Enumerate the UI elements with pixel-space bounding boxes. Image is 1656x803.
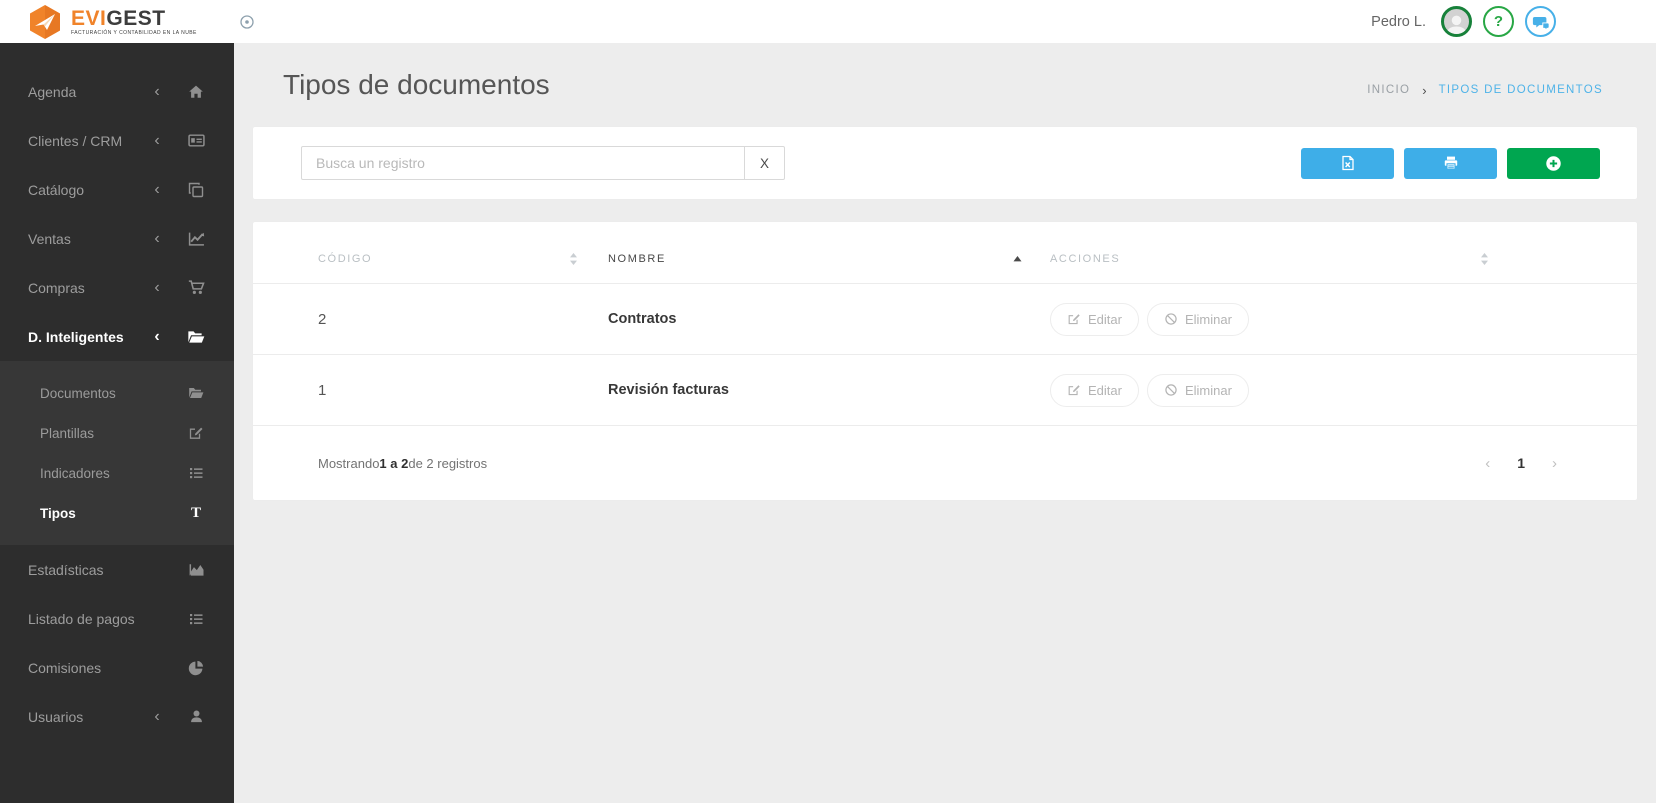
delete-button[interactable]: Eliminar xyxy=(1146,373,1249,407)
brand-name: EVIGEST xyxy=(71,6,166,30)
pagination-page-1[interactable]: 1 xyxy=(1517,455,1525,471)
cell-acciones: Editar Eliminar xyxy=(1050,302,1572,336)
sort-both-icon xyxy=(1481,253,1488,265)
circle-dot-toggle-icon[interactable] xyxy=(239,14,255,30)
chevron-left-icon: ‹ xyxy=(154,278,160,296)
clear-search-button[interactable]: X xyxy=(744,146,785,180)
cell-codigo: 2 xyxy=(318,310,327,328)
line-chart-icon xyxy=(186,230,206,247)
sidebar-subitem-plantillas[interactable]: Plantillas xyxy=(0,413,234,453)
topbar: EVIGEST FACTURACIÓN Y CONTABILIDAD EN LA… xyxy=(0,0,1656,43)
search-group: X xyxy=(301,146,785,180)
clone-icon xyxy=(186,182,206,198)
table-row: 2 Contratos Editar Eliminar xyxy=(253,284,1637,355)
question-icon: ? xyxy=(1493,13,1504,30)
list-icon xyxy=(186,611,206,627)
export-excel-button[interactable] xyxy=(1301,147,1394,179)
edit-icon xyxy=(1068,385,1080,396)
topbar-right: Pedro L. ? xyxy=(1371,6,1556,37)
add-record-button[interactable] xyxy=(1507,147,1600,179)
sidebar-subitem-documentos[interactable]: Documentos xyxy=(0,373,234,413)
excel-file-icon xyxy=(1341,155,1354,171)
sort-both-icon xyxy=(570,253,577,265)
sidebar-item-compras[interactable]: Compras ‹ xyxy=(0,263,234,312)
user-icon xyxy=(186,709,206,724)
user-avatar-icon[interactable] xyxy=(1441,6,1472,37)
chevron-left-icon: ‹ xyxy=(154,82,160,100)
main-content: Tipos de documentos INICIO › TIPOS DE DO… xyxy=(234,43,1656,803)
toolbar-card: X xyxy=(253,127,1637,199)
chat-bubbles-icon xyxy=(1532,16,1550,31)
chevron-left-icon: ‹ xyxy=(154,131,160,149)
delete-button[interactable]: Eliminar xyxy=(1146,302,1249,336)
chevron-left-icon: ‹ xyxy=(154,229,160,247)
ban-icon xyxy=(1165,313,1177,325)
folder-open-icon xyxy=(186,385,206,401)
column-header-acciones[interactable]: ACCIONES xyxy=(1050,252,1572,266)
help-button[interactable]: ? xyxy=(1483,6,1514,37)
brand-logo[interactable]: EVIGEST FACTURACIÓN Y CONTABILIDAD EN LA… xyxy=(28,4,197,40)
sidebar: Agenda ‹ Clientes / CRM ‹ Catálogo ‹ Ven… xyxy=(0,43,234,803)
table-row: 1 Revisión facturas Editar Eliminar xyxy=(253,355,1637,426)
sidebar-item-usuarios[interactable]: Usuarios ‹ xyxy=(0,692,234,741)
letter-t-icon: T xyxy=(190,504,201,521)
sidebar-subitem-tipos[interactable]: Tipos T xyxy=(0,493,234,533)
cell-codigo: 1 xyxy=(318,381,327,399)
breadcrumb: INICIO › TIPOS DE DOCUMENTOS xyxy=(1367,83,1603,98)
list-icon xyxy=(186,465,206,481)
sidebar-item-comisiones[interactable]: Comisiones xyxy=(0,643,234,692)
pagination-next-icon[interactable]: › xyxy=(1552,455,1557,472)
edit-button[interactable]: Editar xyxy=(1050,302,1139,336)
table-header-row: CÓDIGO NOMBRE ACCIONES xyxy=(253,222,1637,284)
breadcrumb-home[interactable]: INICIO xyxy=(1367,84,1410,96)
home-icon xyxy=(186,84,206,100)
sort-asc-icon xyxy=(1013,256,1022,262)
sidebar-subitem-indicadores[interactable]: Indicadores xyxy=(0,453,234,493)
shopping-cart-icon xyxy=(186,279,206,296)
sidebar-item-clientes-crm[interactable]: Clientes / CRM ‹ xyxy=(0,116,234,165)
cell-nombre: Contratos xyxy=(608,311,677,327)
user-name[interactable]: Pedro L. xyxy=(1371,14,1426,30)
column-header-codigo[interactable]: CÓDIGO xyxy=(318,252,608,266)
edit-icon xyxy=(186,425,206,441)
sidebar-item-ventas[interactable]: Ventas ‹ xyxy=(0,214,234,263)
print-button[interactable] xyxy=(1404,147,1497,179)
pie-chart-icon xyxy=(186,660,206,676)
sidebar-item-estadisticas[interactable]: Estadísticas xyxy=(0,545,234,594)
chat-button[interactable] xyxy=(1525,6,1556,37)
plus-circle-icon xyxy=(1546,155,1561,171)
cell-acciones: Editar Eliminar xyxy=(1050,373,1572,407)
id-card-icon xyxy=(186,132,206,149)
page-title: Tipos de documentos xyxy=(283,69,550,100)
table-footer: Mostrando1 a 2de 2 registros ‹ 1 › xyxy=(253,426,1637,500)
pagination: ‹ 1 › xyxy=(1485,455,1557,472)
paper-plane-hexagon-icon xyxy=(30,4,60,39)
folder-open-icon xyxy=(186,328,206,346)
showing-records-text: Mostrando1 a 2de 2 registros xyxy=(318,455,488,471)
ban-icon xyxy=(1165,384,1177,396)
chevron-left-icon: ‹ xyxy=(154,327,160,345)
cell-nombre: Revisión facturas xyxy=(608,382,729,398)
edit-button[interactable]: Editar xyxy=(1050,373,1139,407)
breadcrumb-current: TIPOS DE DOCUMENTOS xyxy=(1438,84,1603,96)
sidebar-item-agenda[interactable]: Agenda ‹ xyxy=(0,67,234,116)
breadcrumb-separator-icon: › xyxy=(1422,82,1427,98)
chevron-left-icon: ‹ xyxy=(154,180,160,198)
sidebar-item-catalogo[interactable]: Catálogo ‹ xyxy=(0,165,234,214)
edit-icon xyxy=(1068,314,1080,325)
table-card: CÓDIGO NOMBRE ACCIONES 2 Contratos Edita… xyxy=(253,222,1637,500)
sidebar-item-listado-de-pagos[interactable]: Listado de pagos xyxy=(0,594,234,643)
printer-icon xyxy=(1444,156,1457,170)
sidebar-item-d-inteligentes[interactable]: D. Inteligentes ‹ xyxy=(0,312,234,361)
brand-tagline: FACTURACIÓN Y CONTABILIDAD EN LA NUBE xyxy=(71,29,197,36)
search-input[interactable] xyxy=(301,146,745,180)
area-chart-icon xyxy=(186,561,206,578)
chevron-left-icon: ‹ xyxy=(154,707,160,725)
page-header: Tipos de documentos INICIO › TIPOS DE DO… xyxy=(234,43,1656,127)
column-header-nombre[interactable]: NOMBRE xyxy=(608,252,1050,266)
pagination-prev-icon[interactable]: ‹ xyxy=(1485,455,1490,472)
toolbar-buttons xyxy=(1301,147,1600,179)
sidebar-submenu-d-inteligentes: Documentos Plantillas Indicadores Tipos … xyxy=(0,361,234,545)
